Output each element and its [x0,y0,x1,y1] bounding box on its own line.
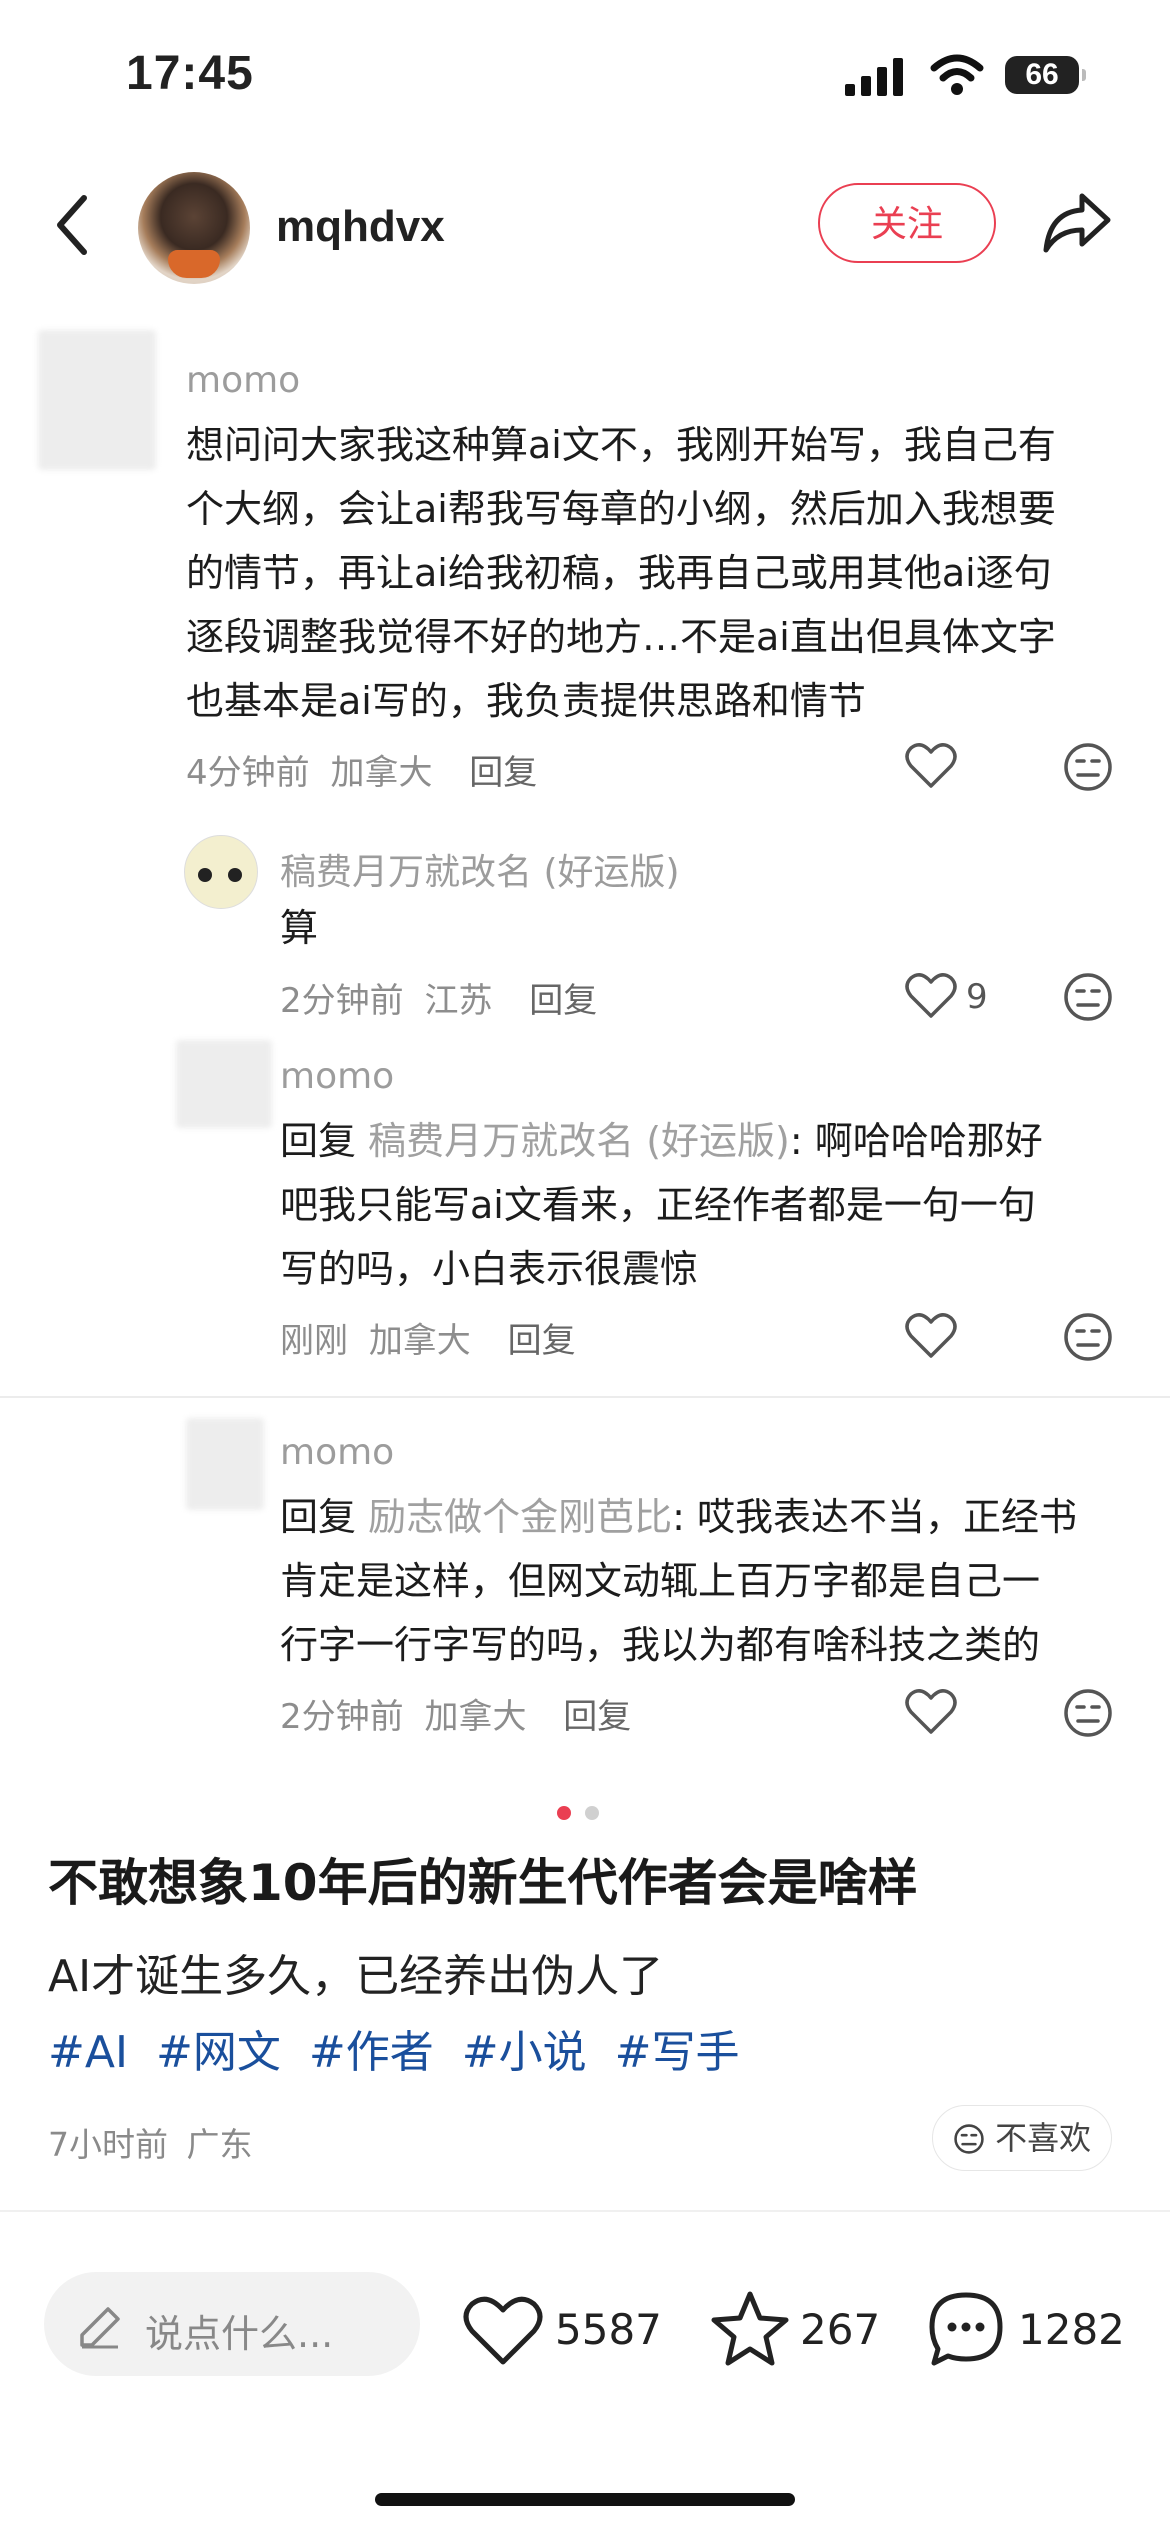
section-divider [0,1396,1170,1398]
comment-text[interactable]: 回复 励志做个金刚芭比: 哎我表达不当，正经书 肯定是这样，但网文动辄上百万字都… [280,1485,1120,1677]
post-time: 7小时前 [48,2125,168,2164]
comment-meta: 2分钟前 加拿大 回复 [280,1689,631,1738]
reply-prefix: 回复 [280,1119,357,1163]
comment-input-placeholder[interactable]: 说点什么... [145,2303,333,2358]
commenter-name[interactable]: momo [280,1056,394,1097]
comment-count: 1282 [1018,2305,1125,2354]
author-username[interactable]: mqhdvx [276,202,445,252]
dislike-button[interactable]: 不喜欢 [932,2105,1112,2171]
comment-text[interactable]: 算 [280,896,318,960]
star-icon[interactable] [710,2290,790,2368]
comment-text[interactable]: 想问问大家我这种算ai文不，我刚开始写，我自己有 个大纲，会让ai帮我写每章的小… [186,413,1126,733]
home-indicator [375,2493,795,2506]
comment-text[interactable]: 回复 稿费月万就改名 (好运版): 啊哈哈哈那好 吧我只能写ai文看来，正经作者… [280,1109,1120,1301]
dislike-face-icon[interactable] [1063,972,1113,1022]
hashtag-link[interactable]: #写手 [615,2027,740,2078]
commenter-avatar[interactable] [176,1040,272,1128]
carousel-dot[interactable] [585,1806,599,1820]
post-title: 不敢想象10年后的新生代作者会是啥样 [48,1854,918,1912]
comment-location: 加拿大 [368,1321,471,1361]
wifi-icon [930,54,984,95]
hashtag-link[interactable]: #小说 [462,2027,587,2078]
like-heart-icon[interactable] [463,2294,543,2366]
commenter-name[interactable]: 稿费月万就改名 (好运版) [280,843,680,895]
reply-button[interactable]: 回复 [529,981,597,1021]
like-count: 5587 [555,2305,662,2354]
hashtag-link[interactable]: #作者 [309,2027,434,2078]
heart-icon[interactable] [905,742,957,790]
post-tags: #AI #网文 #作者 #小说 #写手 [48,2016,753,2080]
comment-location: 加拿大 [424,1697,527,1737]
comment-time: 2分钟前 [280,1697,404,1737]
reply-prefix: 回复 [280,1495,357,1539]
dislike-label: 不喜欢 [995,2119,1092,2157]
share-icon[interactable] [1040,190,1112,256]
commenter-avatar[interactable] [38,330,156,470]
reply-to-name[interactable]: 励志做个金刚芭比 [368,1495,672,1539]
pencil-icon [80,2307,120,2349]
comment-time: 4分钟前 [186,753,310,793]
favorite-count: 267 [800,2305,881,2354]
heart-icon[interactable] [905,972,957,1020]
signal-icon [845,58,903,96]
author-avatar[interactable] [138,172,250,284]
dislike-face-icon[interactable] [1063,742,1113,792]
reply-button[interactable]: 回复 [469,753,537,793]
dislike-face-icon [954,2124,984,2154]
commenter-name[interactable]: momo [280,1432,394,1473]
comment-meta: 2分钟前 江苏 回复 [280,973,597,1022]
heart-icon[interactable] [905,1312,957,1360]
commenter-avatar[interactable] [186,1418,264,1510]
hashtag-link[interactable]: #AI [48,2027,128,2078]
comment-time: 刚刚 [280,1321,348,1361]
commenter-name[interactable]: momo [186,360,300,401]
comment-meta: 刚刚 加拿大 回复 [280,1313,576,1362]
hashtag-link[interactable]: #网文 [156,2027,281,2078]
heart-icon[interactable] [905,1688,957,1736]
reply-button[interactable]: 回复 [508,1321,576,1361]
back-arrow-icon[interactable] [52,192,92,258]
post-content: AI才诞生多久，已经养出伪人了 [48,1951,664,2002]
section-divider [0,2210,1170,2212]
carousel-dot-active[interactable] [557,1806,571,1820]
follow-button[interactable]: 关注 [818,183,996,263]
comment-time: 2分钟前 [280,981,404,1021]
comment-bubble-icon[interactable] [926,2289,1006,2369]
dislike-face-icon[interactable] [1063,1312,1113,1362]
comment-meta: 4分钟前 加拿大 回复 [186,745,537,794]
reply-avatar[interactable] [184,835,258,909]
post-meta: 7小时前 广东 [48,2118,253,2166]
dislike-face-icon[interactable] [1063,1688,1113,1738]
comment-location: 加拿大 [330,753,433,793]
reply-button[interactable]: 回复 [563,1697,631,1737]
like-count: 9 [966,977,988,1017]
comment-location: 江苏 [424,981,493,1021]
reply-to-name[interactable]: 稿费月万就改名 (好运版) [368,1119,790,1163]
battery-indicator: 66 [1005,56,1086,94]
status-time: 17:45 [126,47,254,100]
post-location: 广东 [186,2125,253,2164]
